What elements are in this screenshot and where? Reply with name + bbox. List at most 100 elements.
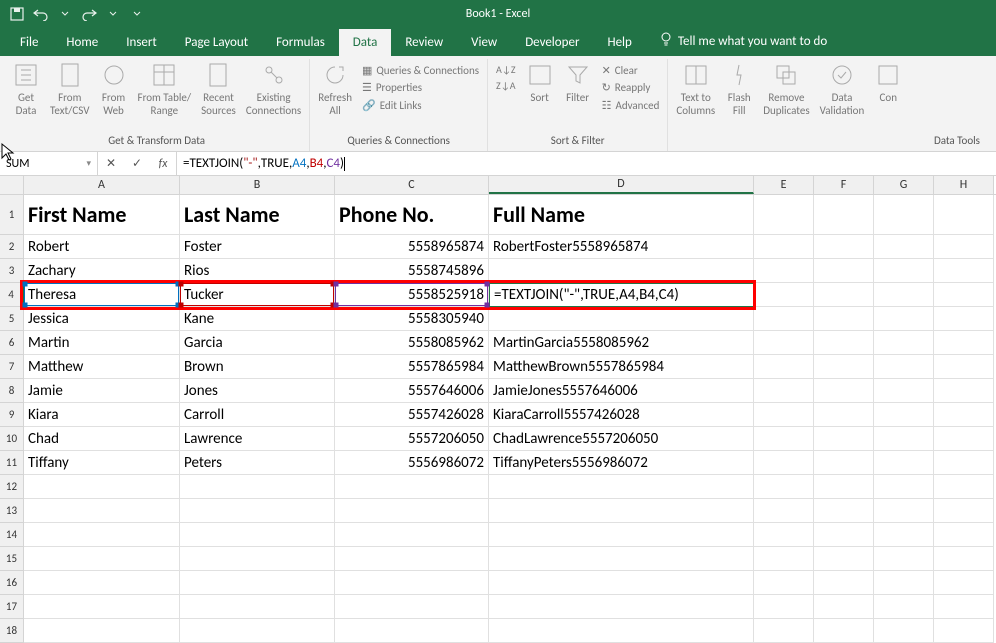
cell-H16[interactable] [934, 571, 994, 595]
tab-file[interactable]: File [6, 29, 52, 56]
cell-E11[interactable] [754, 451, 814, 475]
cell-A16[interactable] [24, 571, 180, 595]
cell-G12[interactable] [874, 475, 934, 499]
cell-G2[interactable] [874, 235, 934, 259]
cell-H4[interactable] [934, 283, 994, 307]
cancel-formula-button[interactable]: ✕ [98, 156, 124, 171]
cell-F6[interactable] [814, 331, 874, 355]
properties-button[interactable]: ☰Properties [362, 80, 479, 95]
row-header-6[interactable]: 6 [0, 331, 24, 355]
chevron-down-icon[interactable]: ▾ [86, 158, 91, 169]
cell-B18[interactable] [180, 619, 335, 643]
cell-A11[interactable]: Tiffany [24, 451, 180, 475]
cell-D3[interactable] [489, 259, 754, 283]
row-header-18[interactable]: 18 [0, 619, 24, 643]
column-header-D[interactable]: D [489, 176, 754, 194]
data-validation-button[interactable]: Data Validation [820, 61, 865, 117]
row-header-2[interactable]: 2 [0, 235, 24, 259]
recent-sources-button[interactable]: Recent Sources [201, 61, 236, 117]
cell-A10[interactable]: Chad [24, 427, 180, 451]
cell-D14[interactable] [489, 523, 754, 547]
cell-D16[interactable] [489, 571, 754, 595]
row-header-4[interactable]: 4 [0, 283, 24, 307]
cell-A9[interactable]: Kiara [24, 403, 180, 427]
cell-F14[interactable] [814, 523, 874, 547]
cell-B6[interactable]: Garcia [180, 331, 335, 355]
refresh-all-button[interactable]: Refresh All [318, 61, 352, 117]
fx-label[interactable]: fx [150, 157, 176, 171]
cell-G10[interactable] [874, 427, 934, 451]
cell-C12[interactable] [335, 475, 489, 499]
cell-F3[interactable] [814, 259, 874, 283]
cell-C1[interactable]: Phone No. [335, 195, 489, 235]
cell-B5[interactable]: Kane [180, 307, 335, 331]
row-header-11[interactable]: 11 [0, 451, 24, 475]
cell-A8[interactable]: Jamie [24, 379, 180, 403]
qat-customize-icon[interactable] [128, 5, 146, 23]
cell-A2[interactable]: Robert [24, 235, 180, 259]
column-header-B[interactable]: B [180, 176, 335, 194]
row-header-9[interactable]: 9 [0, 403, 24, 427]
cell-F15[interactable] [814, 547, 874, 571]
cell-B16[interactable] [180, 571, 335, 595]
cell-G16[interactable] [874, 571, 934, 595]
cell-A3[interactable]: Zachary [24, 259, 180, 283]
cell-B7[interactable]: Brown [180, 355, 335, 379]
cell-A17[interactable] [24, 595, 180, 619]
cell-B14[interactable] [180, 523, 335, 547]
queries-connections-button[interactable]: ▦Queries & Connections [362, 63, 479, 78]
cell-E5[interactable] [754, 307, 814, 331]
cell-F10[interactable] [814, 427, 874, 451]
cell-G1[interactable] [874, 195, 934, 235]
cell-C18[interactable] [335, 619, 489, 643]
cell-F17[interactable] [814, 595, 874, 619]
cell-A5[interactable]: Jessica [24, 307, 180, 331]
row-header-16[interactable]: 16 [0, 571, 24, 595]
cell-B13[interactable] [180, 499, 335, 523]
cell-C10[interactable]: 5557206050 [335, 427, 489, 451]
tab-developer[interactable]: Developer [511, 29, 593, 56]
column-header-F[interactable]: F [814, 176, 874, 194]
cell-E3[interactable] [754, 259, 814, 283]
from-web-button[interactable]: From Web [100, 61, 128, 117]
cell-E4[interactable] [754, 283, 814, 307]
row-header-3[interactable]: 3 [0, 259, 24, 283]
cell-C13[interactable] [335, 499, 489, 523]
cell-G18[interactable] [874, 619, 934, 643]
cell-B8[interactable]: Jones [180, 379, 335, 403]
row-header-7[interactable]: 7 [0, 355, 24, 379]
cell-C4[interactable]: 5558525918 [335, 283, 489, 307]
cell-H8[interactable] [934, 379, 994, 403]
redo-dropdown-icon[interactable] [104, 5, 122, 23]
column-header-H[interactable]: H [934, 176, 994, 194]
cell-A1[interactable]: First Name [24, 195, 180, 235]
cell-D17[interactable] [489, 595, 754, 619]
cell-H14[interactable] [934, 523, 994, 547]
undo-dropdown-icon[interactable] [56, 5, 74, 23]
cell-E2[interactable] [754, 235, 814, 259]
cell-F11[interactable] [814, 451, 874, 475]
cell-C6[interactable]: 5558085962 [335, 331, 489, 355]
cell-E16[interactable] [754, 571, 814, 595]
remove-duplicates-button[interactable]: Remove Duplicates [763, 61, 809, 117]
consolidate-button[interactable]: Con [874, 61, 902, 104]
cell-G17[interactable] [874, 595, 934, 619]
sort-button[interactable]: Sort [526, 61, 554, 104]
column-header-G[interactable]: G [874, 176, 934, 194]
cell-F7[interactable] [814, 355, 874, 379]
cell-F18[interactable] [814, 619, 874, 643]
cell-A4[interactable]: Theresa [24, 283, 180, 307]
save-icon[interactable] [8, 5, 26, 23]
cell-A6[interactable]: Martin [24, 331, 180, 355]
cell-D1[interactable]: Full Name [489, 195, 754, 235]
cell-C5[interactable]: 5558305940 [335, 307, 489, 331]
cell-G13[interactable] [874, 499, 934, 523]
cell-E9[interactable] [754, 403, 814, 427]
cell-E12[interactable] [754, 475, 814, 499]
tell-me-search[interactable]: Tell me what you want to do [646, 26, 841, 56]
row-header-8[interactable]: 8 [0, 379, 24, 403]
formula-input[interactable]: =TEXTJOIN("-",TRUE,A4,B4,C4) [177, 152, 996, 175]
cell-D15[interactable] [489, 547, 754, 571]
cell-D8[interactable]: JamieJones5557646006 [489, 379, 754, 403]
cell-G14[interactable] [874, 523, 934, 547]
